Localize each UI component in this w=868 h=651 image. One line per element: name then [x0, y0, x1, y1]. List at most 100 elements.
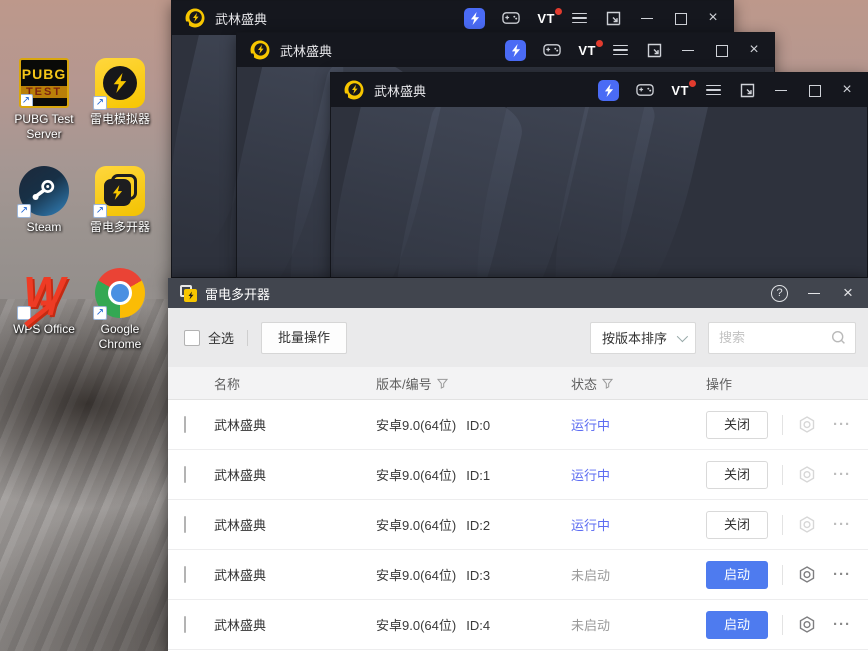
lightning-icon [470, 11, 479, 25]
help-icon[interactable]: ? [771, 284, 788, 302]
stop-button[interactable]: 关闭 [706, 460, 768, 489]
boost-icon[interactable] [505, 39, 527, 61]
instance-row[interactable]: 武林盛典 安卓9.0(64位) ID:3 未启动 启动 ··· [168, 550, 868, 600]
more-options-icon[interactable]: ··· [833, 566, 851, 583]
desktop-icon-pubg[interactable]: PUBG TEST ↗ PUBG Test Server [6, 58, 82, 142]
minimize-icon[interactable] [639, 10, 655, 26]
chevron-down-icon [676, 330, 689, 342]
boost-icon[interactable] [464, 7, 486, 29]
gamepad-icon[interactable] [502, 9, 521, 27]
steam-logo-icon [32, 180, 55, 200]
shortcut-arrow-icon: ↗ [93, 204, 107, 218]
screenshot-icon[interactable] [604, 9, 622, 27]
instance-id: ID:2 [466, 518, 491, 533]
desktop-icon-wps[interactable]: W ↗ WPS Office [6, 268, 82, 337]
desktop-icon-multiplayer[interactable]: ↗ 雷电多开器 [82, 166, 158, 235]
notification-dot [689, 79, 696, 87]
start-button[interactable]: 启动 [706, 560, 768, 589]
settings-gear-icon[interactable] [797, 415, 817, 435]
desktop-icon-steam[interactable]: ↗ Steam [6, 166, 82, 235]
row-checkbox[interactable] [184, 616, 186, 633]
maximize-icon[interactable] [713, 42, 729, 58]
desktop-icon-label: Google Chrome [98, 322, 142, 351]
front-square-icon [184, 288, 197, 302]
desktop-icon-ldplayer[interactable]: ↗ 雷电模拟器 [82, 58, 158, 127]
instance-status: 未启动 [571, 618, 611, 633]
instance-name: 武林盛典 [214, 418, 267, 433]
maximize-icon[interactable] [806, 82, 822, 98]
settings-gear-icon[interactable] [797, 565, 817, 585]
instance-name: 武林盛典 [214, 468, 267, 483]
ops-divider [782, 614, 783, 635]
ldplayer-logo-icon [185, 8, 205, 28]
menu-icon[interactable] [706, 84, 721, 96]
more-options-icon[interactable]: ··· [833, 616, 851, 633]
minimize-icon[interactable] [680, 42, 696, 58]
boost-icon[interactable] [598, 79, 620, 101]
settings-gear-icon[interactable] [797, 615, 817, 635]
notification-dot [596, 39, 603, 47]
header-status[interactable]: 状态 [571, 374, 706, 393]
shortcut-arrow-icon: ↗ [17, 288, 55, 337]
close-icon[interactable]: × [705, 10, 721, 26]
select-all-checkbox[interactable] [184, 329, 200, 346]
ldplayer-icon-core [103, 66, 137, 100]
row-checkbox[interactable] [184, 466, 186, 483]
header-version-label: 版本/编号 [376, 376, 432, 392]
shortcut-arrow-icon: ↗ [21, 94, 33, 106]
settings-gear-icon[interactable] [797, 515, 817, 535]
filter-icon[interactable] [602, 378, 614, 389]
lightning-icon [188, 291, 193, 299]
instance-row[interactable]: 武林盛典 安卓9.0(64位) ID:1 运行中 关闭 ··· [168, 450, 868, 500]
emulator-titlebar[interactable]: 武林盛典 VT × [172, 1, 733, 35]
stop-button[interactable]: 关闭 [706, 410, 768, 439]
close-icon[interactable]: × [839, 82, 855, 98]
vt-button[interactable]: VT [537, 7, 562, 26]
screen: PUBG TEST ↗ PUBG Test Server ↗ 雷电模拟器 ↗ S… [0, 0, 868, 651]
notification-dot [555, 7, 562, 15]
menu-icon[interactable] [572, 12, 587, 24]
manager-titlebar[interactable]: 雷电多开器 ? × [168, 278, 868, 308]
start-button[interactable]: 启动 [706, 610, 768, 639]
vt-button[interactable]: VT [578, 39, 603, 58]
search-box[interactable] [708, 321, 856, 354]
more-options-icon[interactable]: ··· [833, 466, 851, 483]
row-checkbox[interactable] [184, 516, 186, 533]
screenshot-icon[interactable] [738, 81, 756, 99]
batch-operation-button[interactable]: 批量操作 [261, 321, 348, 354]
filter-icon[interactable] [436, 378, 448, 389]
multi-instance-icon: ↗ [93, 166, 145, 218]
settings-gear-icon[interactable] [797, 465, 817, 485]
screenshot-icon[interactable] [645, 41, 663, 59]
desktop-icon-chrome[interactable]: ↗ Google Chrome [82, 268, 158, 352]
menu-icon[interactable] [613, 44, 628, 56]
search-input[interactable] [719, 330, 831, 345]
header-version[interactable]: 版本/编号 [376, 374, 571, 393]
instance-id: ID:0 [466, 418, 491, 433]
gamepad-icon[interactable] [543, 41, 562, 59]
header-name[interactable]: 名称 [214, 374, 376, 393]
minimize-icon[interactable] [773, 82, 789, 98]
maximize-icon[interactable] [672, 10, 688, 26]
minimize-icon[interactable] [806, 285, 822, 301]
instance-row[interactable]: 武林盛典 安卓9.0(64位) ID:2 运行中 关闭 ··· [168, 500, 868, 550]
close-icon[interactable]: × [840, 284, 856, 301]
search-icon [831, 330, 845, 344]
close-icon[interactable]: × [746, 42, 762, 58]
row-checkbox[interactable] [184, 566, 186, 583]
row-checkbox[interactable] [184, 416, 186, 433]
emulator-titlebar[interactable]: 武林盛典 VT × [237, 33, 774, 67]
instance-status: 运行中 [571, 518, 611, 533]
sort-dropdown[interactable]: 按版本排序 [590, 321, 696, 354]
ldplayer-logo-icon [250, 40, 270, 60]
more-options-icon[interactable]: ··· [833, 416, 851, 433]
instance-row[interactable]: 武林盛典 安卓9.0(64位) ID:0 运行中 关闭 ··· [168, 400, 868, 450]
desktop-icon-label: Steam [26, 220, 62, 234]
emulator-titlebar[interactable]: 武林盛典 VT × [331, 73, 867, 107]
instance-row[interactable]: 武林盛典 安卓9.0(64位) ID:4 未启动 启动 ··· [168, 600, 868, 650]
instance-name: 武林盛典 [214, 568, 267, 583]
gamepad-icon[interactable] [636, 81, 655, 99]
vt-button[interactable]: VT [671, 79, 696, 98]
more-options-icon[interactable]: ··· [833, 516, 851, 533]
stop-button[interactable]: 关闭 [706, 510, 768, 539]
